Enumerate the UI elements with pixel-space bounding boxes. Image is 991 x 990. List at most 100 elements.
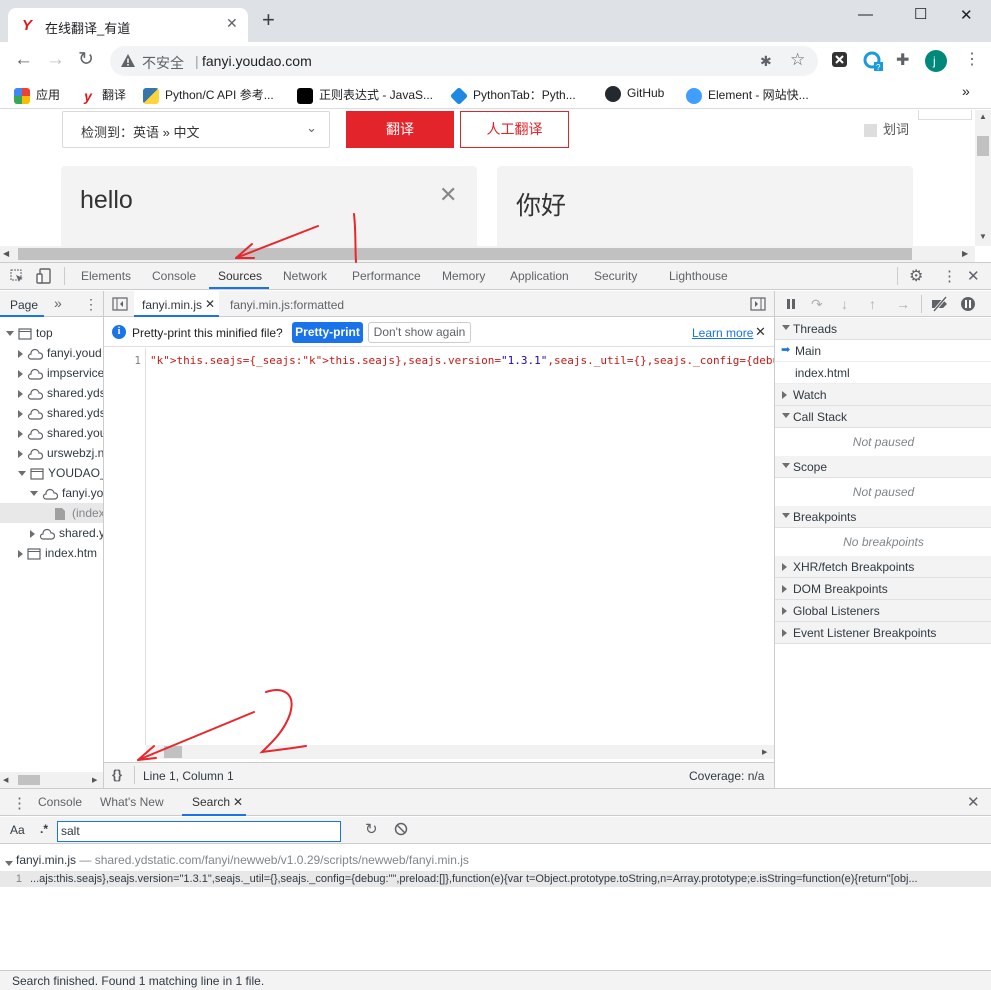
- section-xhr-fetch-breakpoints[interactable]: XHR/fetch Breakpoints: [775, 556, 991, 578]
- bookmark-python-capi[interactable]: Python/C API 参考...: [143, 86, 274, 104]
- expand-triangle-icon[interactable]: [18, 471, 26, 477]
- collapse-triangle-icon[interactable]: [18, 449, 23, 458]
- expand-triangle-icon[interactable]: [782, 513, 790, 518]
- tab-lighthouse[interactable]: Lighthouse: [669, 269, 728, 283]
- line-gutter[interactable]: 1: [104, 348, 146, 745]
- search-input[interactable]: salt: [57, 821, 341, 842]
- tab-page-label[interactable]: Page: [10, 298, 38, 312]
- back-icon[interactable]: ←: [14, 50, 33, 70]
- new-tab-button[interactable]: +: [262, 9, 275, 31]
- editor-tab-formatted[interactable]: fanyi.min.js:formatted: [230, 298, 344, 312]
- tab-close-icon[interactable]: ✕: [226, 15, 238, 32]
- tree-item[interactable]: index.htm: [18, 546, 97, 560]
- word-select-toggle[interactable]: 划词: [864, 119, 909, 138]
- collapse-triangle-icon[interactable]: [18, 429, 23, 438]
- warning-icon[interactable]: [120, 53, 136, 69]
- close-infobar-icon[interactable]: ✕: [755, 324, 766, 340]
- device-toolbar-icon[interactable]: [36, 268, 52, 284]
- close-drawer-icon[interactable]: ✕: [967, 793, 980, 811]
- scroll-thumb[interactable]: [977, 136, 989, 156]
- thread-item[interactable]: index.html: [775, 362, 991, 384]
- section-global-listeners[interactable]: Global Listeners: [775, 600, 991, 622]
- section-event-listener-breakpoints[interactable]: Event Listener Breakpoints: [775, 622, 991, 644]
- step-out-icon[interactable]: ↑: [869, 296, 876, 312]
- toggle-debugger-icon[interactable]: [750, 296, 766, 312]
- tree-item[interactable]: fanyi.youd: [18, 346, 102, 360]
- forward-icon[interactable]: →: [46, 50, 65, 70]
- clear-search-icon[interactable]: [394, 822, 408, 836]
- line-number[interactable]: 1: [134, 354, 141, 367]
- page-vertical-scrollbar[interactable]: ▲ ▼: [975, 110, 991, 246]
- tab-console[interactable]: Console: [152, 269, 196, 283]
- bookmark-star-icon[interactable]: ☆: [790, 50, 805, 70]
- tree-item[interactable]: YOUDAO_: [18, 466, 103, 480]
- scroll-left-icon[interactable]: ◀: [3, 776, 8, 784]
- expand-triangle-icon[interactable]: [782, 463, 790, 468]
- extension-blocked-icon[interactable]: ✱: [760, 53, 772, 70]
- navigator-menu-icon[interactable]: ⋮: [84, 296, 98, 313]
- toggle-navigator-icon[interactable]: [112, 296, 128, 312]
- code-line[interactable]: "k">this.seajs={_seajs:"k">this.seajs},s…: [150, 354, 774, 367]
- chrome-menu-icon[interactable]: ⋮: [964, 49, 980, 69]
- tab-memory[interactable]: Memory: [442, 269, 485, 283]
- tab-sources[interactable]: Sources: [218, 269, 262, 283]
- devtools-menu-icon[interactable]: ⋮: [942, 267, 957, 285]
- section-dom-breakpoints[interactable]: DOM Breakpoints: [775, 578, 991, 600]
- bookmark-apps[interactable]: 应用: [14, 86, 60, 104]
- tab-application[interactable]: Application: [510, 269, 569, 283]
- close-devtools-icon[interactable]: ✕: [967, 267, 980, 285]
- scroll-down-icon[interactable]: ▼: [979, 232, 987, 241]
- collapse-triangle-icon[interactable]: [18, 409, 23, 418]
- expand-triangle-icon[interactable]: [782, 413, 790, 418]
- tree-item[interactable]: shared.you: [18, 426, 103, 440]
- section-breakpoints[interactable]: Breakpoints: [775, 506, 991, 528]
- translate-button[interactable]: 翻译: [346, 111, 454, 148]
- scroll-left-icon[interactable]: ◀: [3, 249, 9, 258]
- result-line-text[interactable]: ...ajs:this.seajs},seajs.version="1.3.1"…: [30, 873, 918, 885]
- navigator-hscrollbar[interactable]: ◀ ▶: [0, 772, 103, 788]
- expand-triangle-icon[interactable]: [30, 491, 38, 497]
- drawer-tab-console[interactable]: Console: [38, 795, 82, 809]
- expand-triangle-icon[interactable]: [782, 325, 790, 330]
- drawer-menu-icon[interactable]: ⋮: [12, 794, 27, 812]
- scroll-thumb[interactable]: [164, 746, 182, 758]
- collapse-triangle-icon[interactable]: [782, 563, 787, 571]
- match-case-toggle[interactable]: Aa: [10, 823, 25, 837]
- editor-tab-label[interactable]: fanyi.min.js: [142, 298, 202, 312]
- close-search-tab-icon[interactable]: ✕: [233, 795, 243, 809]
- code-area[interactable]: 1 "k">this.seajs={_seajs:"k">this.seajs}…: [104, 348, 774, 745]
- address-bar[interactable]: 不安全 | fanyi.youdao.com ✱ ☆: [110, 46, 818, 76]
- pause-on-exceptions-icon[interactable]: [960, 296, 976, 312]
- scroll-up-icon[interactable]: ▲: [979, 112, 987, 121]
- bookmark-element[interactable]: Element - 网站快...: [686, 86, 809, 104]
- step-over-icon[interactable]: ↷: [811, 296, 823, 313]
- clear-icon[interactable]: ✕: [439, 182, 457, 208]
- tree-item[interactable]: shared.y: [30, 526, 103, 540]
- inspect-element-icon[interactable]: [10, 269, 24, 283]
- close-tab-icon[interactable]: ✕: [205, 297, 215, 311]
- tree-item[interactable]: top: [6, 326, 53, 340]
- tab-security[interactable]: Security: [594, 269, 637, 283]
- minimize-icon[interactable]: —: [858, 6, 873, 23]
- refresh-icon[interactable]: ↻: [365, 820, 378, 838]
- tab-elements[interactable]: Elements: [81, 269, 131, 283]
- pretty-print-button[interactable]: Pretty-print: [292, 322, 363, 343]
- security-label[interactable]: 不安全: [142, 53, 184, 73]
- collapse-triangle-icon[interactable]: [18, 349, 23, 358]
- scroll-right-icon[interactable]: ▶: [92, 776, 97, 784]
- result-file[interactable]: fanyi.min.js — shared.ydstatic.com/fanyi…: [16, 853, 469, 867]
- section-threads[interactable]: Threads: [775, 318, 991, 340]
- drawer-tab-whats-new[interactable]: What's New: [100, 795, 164, 809]
- collapse-triangle-icon[interactable]: [18, 549, 23, 558]
- x-extension-icon[interactable]: [832, 52, 847, 67]
- tree-item[interactable]: impservice: [18, 366, 103, 380]
- language-detect-select[interactable]: 检测到：英语 » 中文 ⌄: [62, 111, 330, 148]
- maximize-icon[interactable]: ☐: [914, 5, 927, 23]
- section-watch[interactable]: Watch: [775, 384, 991, 406]
- close-window-icon[interactable]: ✕: [960, 6, 973, 24]
- collapse-triangle-icon[interactable]: [18, 369, 23, 378]
- settings-gear-icon[interactable]: ⚙: [909, 266, 923, 286]
- translate-extension-icon[interactable]: ?: [863, 51, 883, 71]
- step-icon[interactable]: →: [896, 296, 910, 312]
- tree-item[interactable]: shared.yds: [18, 406, 103, 420]
